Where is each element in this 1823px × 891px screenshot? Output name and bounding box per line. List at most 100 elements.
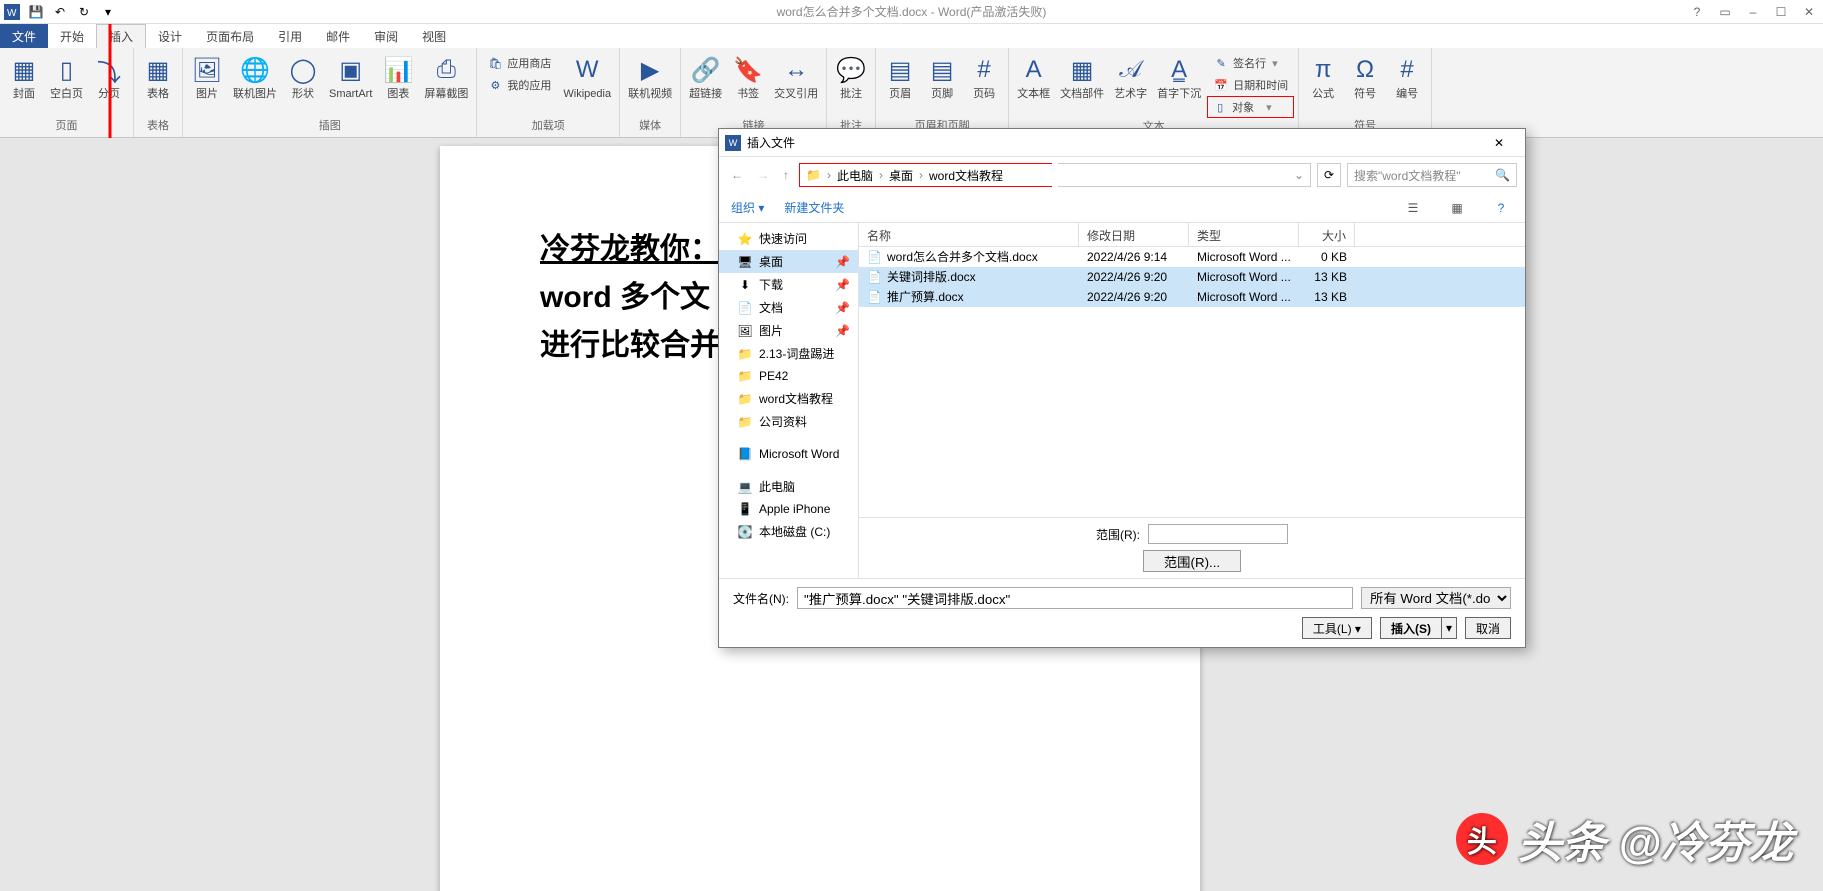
bookmark-button[interactable]: 🔖书签 [728, 52, 768, 102]
help-icon[interactable]: ? [1489, 196, 1513, 220]
sidebar-item[interactable]: 🖼图片📌 [719, 319, 858, 342]
footer-button[interactable]: ▤页脚 [922, 52, 962, 102]
sidebar-item[interactable]: 📱Apple iPhone [719, 498, 858, 520]
number-button[interactable]: #编号 [1387, 52, 1427, 102]
sidebar-item[interactable]: 🖥桌面📌 [719, 250, 858, 273]
signature-line-button[interactable]: ✎签名行▾ [1207, 52, 1294, 74]
group-tables: ▦表格 表格 [134, 48, 183, 137]
tab-home[interactable]: 开始 [48, 24, 96, 48]
online-video-button[interactable]: ▶联机视频 [624, 52, 676, 102]
insert-button[interactable]: 插入(S) [1380, 617, 1441, 639]
folder-icon: 📁 [737, 368, 753, 384]
organize-button[interactable]: 组织 ▾ [731, 199, 764, 216]
file-row[interactable]: 📄word怎么合并多个文档.docx2022/4/26 9:14Microsof… [859, 247, 1525, 267]
sidebar-item[interactable]: ⬇下载📌 [719, 273, 858, 296]
sidebar-item[interactable]: 📁公司资料 [719, 410, 858, 433]
sidebar-item[interactable]: 💻此电脑 [719, 475, 858, 498]
minimize-button[interactable]: – [1743, 2, 1763, 22]
view-details-icon[interactable]: ▦ [1445, 196, 1469, 220]
tab-review[interactable]: 审阅 [362, 24, 410, 48]
hyperlink-button[interactable]: 🔗超链接 [685, 52, 726, 102]
nav-back-button[interactable]: ← [727, 166, 747, 184]
equation-button[interactable]: π公式 [1303, 52, 1343, 102]
nav-up-button[interactable]: ↑ [779, 166, 793, 184]
download-icon: ⬇ [737, 277, 753, 293]
date-time-button[interactable]: 📅日期和时间 [1207, 74, 1294, 96]
nav-forward-button[interactable]: → [753, 166, 773, 184]
chart-button[interactable]: 📊图表 [378, 52, 418, 102]
breadcrumb-extra[interactable]: ⌄ [1058, 163, 1311, 187]
tab-view[interactable]: 视图 [410, 24, 458, 48]
sidebar-item[interactable]: 📄文档📌 [719, 296, 858, 319]
my-apps-button[interactable]: ⚙我的应用 [481, 74, 557, 96]
cross-ref-button[interactable]: ↔交叉引用 [770, 52, 822, 102]
range-input[interactable] [1148, 524, 1288, 544]
word-icon: W [725, 135, 741, 151]
wordart-button[interactable]: 𝒜艺术字 [1110, 52, 1151, 102]
sidebar-item[interactable]: 📁word文档教程 [719, 387, 858, 410]
filename-input[interactable] [797, 587, 1353, 609]
tab-file[interactable]: 文件 [0, 24, 48, 48]
sidebar-item[interactable]: 📘Microsoft Word [719, 443, 858, 465]
quick-parts-button[interactable]: ▦文档部件 [1056, 52, 1108, 102]
pic-icon: 🖼 [737, 323, 753, 339]
col-type[interactable]: 类型 [1189, 223, 1299, 246]
picture-button[interactable]: 🖼图片 [187, 52, 227, 102]
page-number-button[interactable]: #页码 [964, 52, 1004, 102]
dialog-close-button[interactable]: ✕ [1479, 136, 1519, 150]
refresh-button[interactable]: ⟳ [1317, 163, 1341, 187]
insert-dropdown[interactable]: ▾ [1441, 617, 1457, 639]
file-row[interactable]: 📄关键词排版.docx2022/4/26 9:20Microsoft Word … [859, 267, 1525, 287]
online-picture-button[interactable]: 🌐联机图片 [229, 52, 281, 102]
filter-select[interactable]: 所有 Word 文档(*.docx;*.docm [1361, 587, 1511, 609]
tab-mail[interactable]: 邮件 [314, 24, 362, 48]
sidebar-item-label: 快速访问 [759, 230, 807, 247]
tab-design[interactable]: 设计 [146, 24, 194, 48]
redo-button[interactable]: ↻ [74, 2, 94, 22]
object-button[interactable]: ▯对象▾ [1207, 96, 1294, 118]
col-name[interactable]: 名称 [859, 223, 1079, 246]
col-date[interactable]: 修改日期 [1079, 223, 1189, 246]
shapes-button[interactable]: ◯形状 [283, 52, 323, 102]
header-button[interactable]: ▤页眉 [880, 52, 920, 102]
close-button[interactable]: ✕ [1799, 2, 1819, 22]
blank-page-button[interactable]: ▯空白页 [46, 52, 87, 102]
smartart-button[interactable]: ▣SmartArt [325, 52, 376, 102]
insert-split-button[interactable]: 插入(S) ▾ [1380, 617, 1457, 639]
cancel-button[interactable]: 取消 [1465, 617, 1511, 639]
cover-page-button[interactable]: ▦封面 [4, 52, 44, 102]
sidebar-item[interactable]: ⭐快速访问 [719, 227, 858, 250]
tools-button[interactable]: 工具(L) ▾ [1302, 617, 1372, 639]
undo-button[interactable]: ↶ [50, 2, 70, 22]
wikipedia-button[interactable]: WWikipedia [559, 52, 615, 102]
tab-insert[interactable]: 插入 [96, 24, 146, 48]
screenshot-button[interactable]: ⎙屏幕截图 [420, 52, 472, 102]
save-button[interactable]: 💾 [26, 2, 46, 22]
range-button[interactable]: 范围(R)... [1143, 550, 1241, 572]
docx-icon: 📄 [867, 270, 883, 286]
sidebar-item[interactable]: 💽本地磁盘 (C:) [719, 520, 858, 543]
group-text: A文本框 ▦文档部件 𝒜艺术字 A͇首字下沉 ✎签名行▾ 📅日期和时间 ▯对象▾… [1009, 48, 1299, 137]
dropcap-button[interactable]: A͇首字下沉 [1153, 52, 1205, 102]
symbol-button[interactable]: Ω符号 [1345, 52, 1385, 102]
search-input[interactable]: 搜索"word文档教程"🔍 [1347, 163, 1517, 187]
textbox-button[interactable]: A文本框 [1013, 52, 1054, 102]
tab-references[interactable]: 引用 [266, 24, 314, 48]
page-break-button[interactable]: ⤵分页 [89, 52, 129, 102]
app-store-button[interactable]: 🛍应用商店 [481, 52, 557, 74]
new-folder-button[interactable]: 新建文件夹 [784, 199, 844, 216]
tab-layout[interactable]: 页面布局 [194, 24, 266, 48]
ribbon-tabs: 文件 开始 插入 设计 页面布局 引用 邮件 审阅 视图 [0, 24, 1823, 48]
col-size[interactable]: 大小 [1299, 223, 1355, 246]
sidebar-item[interactable]: 📁PE42 [719, 365, 858, 387]
comment-button[interactable]: 💬批注 [831, 52, 871, 102]
help-button[interactable]: ? [1687, 2, 1707, 22]
sidebar-item[interactable]: 📁2.13-词盘踢进 [719, 342, 858, 365]
view-list-icon[interactable]: ☰ [1401, 196, 1425, 220]
table-button[interactable]: ▦表格 [138, 52, 178, 102]
breadcrumb[interactable]: 📁› 此电脑› 桌面› word文档教程 [799, 163, 1052, 187]
qat-more[interactable]: ▾ [98, 2, 118, 22]
maximize-button[interactable]: ☐ [1771, 2, 1791, 22]
file-row[interactable]: 📄推广预算.docx2022/4/26 9:20Microsoft Word .… [859, 287, 1525, 307]
ribbon-options[interactable]: ▭ [1715, 2, 1735, 22]
